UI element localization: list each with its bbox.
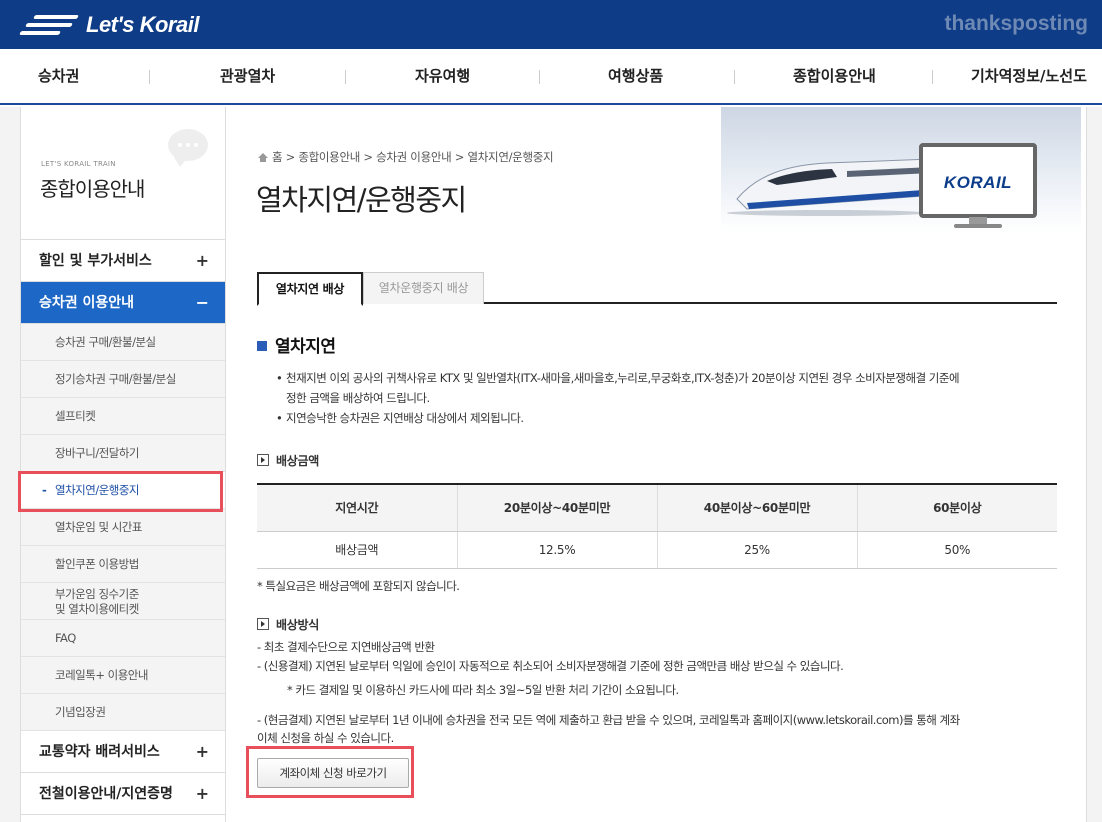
side-nav-sub-souvenir[interactable]: 기념입장권 (21, 694, 225, 731)
description-text: 천재지변 이외 공사의 귀책사유로 KTX 및 일반열차(ITX-새마을,새마을… (286, 371, 960, 385)
side-nav-discount-services[interactable]: 할인 및 부가서비스 + (21, 240, 225, 282)
side-nav-item-label: 및 열차이용에티켓 (55, 602, 139, 616)
breadcrumb-separator: > (454, 150, 468, 164)
table-header-row: 지연시간 20분이상~40분미만 40분이상~60분미만 60분이상 (257, 483, 1057, 532)
compensation-amount-heading: 배상금액 (257, 452, 319, 469)
side-nav-accessibility[interactable]: 교통약자 배려서비스 + (21, 731, 225, 773)
hero-banner: KORAIL (721, 107, 1081, 232)
top-bar: Let's Korail thanksposting (0, 0, 1102, 49)
nav-travel-products[interactable]: 여행상품 (608, 49, 663, 103)
main-nav: 승차권 관광열차 자유여행 여행상품 종합이용안내 기차역정보/노선도 (0, 49, 1102, 105)
breadcrumb-item[interactable]: 종합이용안내 (298, 150, 360, 164)
side-nav-sub-coupon[interactable]: 할인쿠폰 이용방법 (21, 546, 225, 583)
method-line: - (신용결제) 지연된 날로부터 익일에 승인이 자동적으로 취소되어 소비자… (257, 659, 844, 673)
nav-free-travel[interactable]: 자유여행 (415, 49, 470, 103)
nav-separator (539, 70, 540, 84)
breadcrumb-current: 열차지연/운행중지 (467, 150, 554, 164)
heading-text: 배상방식 (276, 618, 319, 632)
table-header: 20분이상~40분미만 (457, 483, 658, 532)
side-nav-header: LET'S KORAIL TRAIN 종합이용안내 (21, 107, 225, 240)
table-cell: 12.5% (457, 531, 658, 569)
side-nav-sub-fares[interactable]: 열차운임 및 시간표 (21, 509, 225, 546)
ktx-train-icon (727, 158, 938, 216)
tab-delay-compensation[interactable]: 열차지연 배상 (257, 272, 363, 306)
monitor-icon: KORAIL (919, 143, 1037, 218)
korail-logo[interactable]: Let's Korail (19, 10, 199, 40)
play-icon (257, 454, 269, 466)
side-nav-ticket-guide[interactable]: 승차권 이용안내 − (21, 282, 225, 324)
side-nav-sub-purchase[interactable]: 승차권 구매/환불/분실 (21, 324, 225, 361)
watermark: thanksposting (944, 12, 1088, 35)
home-icon[interactable] (258, 153, 268, 162)
play-icon (257, 618, 269, 630)
side-nav-item-label: 승차권 이용안내 (39, 295, 135, 311)
breadcrumb: 홈 > 종합이용안내 > 승차권 이용안내 > 열차지연/운행중지 (258, 149, 554, 165)
nav-separator (345, 70, 346, 84)
table-header: 60분이상 (857, 483, 1057, 532)
method-line: - 최초 결제수단으로 지연배상금액 반환 (257, 640, 435, 654)
description-item: 천재지변 이외 공사의 귀책사유로 KTX 및 일반열차(ITX-새마을,새마을… (276, 368, 1066, 408)
nav-separator (932, 70, 933, 84)
table-header: 지연시간 (257, 483, 458, 532)
page-title: 열차지연/운행중지 (256, 183, 467, 217)
breadcrumb-home[interactable]: 홈 (272, 150, 283, 164)
speech-bubble-icon (168, 129, 208, 167)
highlight-box-button (246, 746, 414, 798)
compensation-table: 지연시간 20분이상~40분미만 40분이상~60분미만 60분이상 배상금액 … (257, 483, 1057, 569)
side-nav: LET'S KORAIL TRAIN 종합이용안내 할인 및 부가서비스 + 승… (20, 107, 226, 822)
section-title: 열차지연 (257, 332, 336, 357)
method-note: * 카드 결제일 및 이용하신 카드사에 따라 최소 3일~5일 반환 처리 기… (287, 683, 679, 697)
nav-separator (149, 70, 150, 84)
breadcrumb-separator: > (285, 150, 299, 164)
table-cell: 50% (857, 531, 1057, 569)
side-nav-sub-korailtalk[interactable]: 코레일톡+ 이용안내 (21, 657, 225, 694)
table-header: 40분이상~60분미만 (657, 483, 858, 532)
plus-icon: + (195, 742, 209, 761)
plus-icon: + (195, 251, 209, 270)
nav-station-info[interactable]: 기차역정보/노선도 (971, 49, 1087, 103)
method-line: - (현금결제) 지연된 날로부터 1년 이내에 승차권을 전국 모든 역에 제… (257, 713, 960, 727)
compensation-method-heading: 배상방식 (257, 616, 319, 633)
method-line: 이체 신청을 하실 수 있습니다. (257, 731, 394, 745)
heading-text: 배상금액 (276, 454, 319, 468)
nav-tour-train[interactable]: 관광열차 (220, 49, 275, 103)
side-nav-small-title: LET'S KORAIL TRAIN (41, 160, 116, 168)
square-bullet-icon (257, 341, 267, 351)
side-nav-title: 종합이용안내 (40, 177, 145, 201)
side-nav-sub-self-ticket[interactable]: 셀프티켓 (21, 398, 225, 435)
first-class-note: * 특실요금은 배상금액에 포함되지 않습니다. (257, 579, 460, 593)
side-nav-item-label: 교통약자 배려서비스 (39, 744, 160, 760)
tab-suspension-compensation[interactable]: 열차운행중지 배상 (363, 272, 484, 304)
tab-bar: 열차지연 배상 열차운행중지 배상 (257, 272, 1057, 306)
table-cell: 25% (657, 531, 858, 569)
side-nav-sub-etiquette[interactable]: 부가운임 징수기준 및 열차이용에티켓 (21, 583, 225, 620)
table-row: 배상금액 12.5% 25% 50% (257, 531, 1057, 569)
nav-general-guide[interactable]: 종합이용안내 (793, 49, 876, 103)
hero-korail-logo: KORAIL (943, 173, 1013, 192)
side-nav-subway[interactable]: 전철이용안내/지연증명 + (21, 773, 225, 815)
nav-separator (734, 70, 735, 84)
logo-swoosh-icon (19, 13, 80, 37)
breadcrumb-separator: > (363, 150, 377, 164)
side-nav-sub-faq[interactable]: FAQ (21, 620, 225, 657)
table-cell: 배상금액 (257, 531, 458, 569)
monitor-base (954, 224, 1002, 228)
description-text: 정한 금액을 배상하여 드립니다. (286, 391, 430, 405)
nav-tickets[interactable]: 승차권 (38, 49, 79, 103)
logo-text: Let's Korail (86, 12, 199, 37)
highlight-box-nav (18, 471, 223, 512)
minus-icon: − (195, 293, 209, 312)
side-nav-sub-cart[interactable]: 장바구니/전달하기 (21, 435, 225, 472)
side-nav-sub-season-ticket[interactable]: 정기승차권 구매/환불/분실 (21, 361, 225, 398)
main-content: KORAIL 홈 > 종합이용안내 > 승차권 이용안내 > 열차지연/운행중지… (226, 107, 1087, 822)
side-nav-item-label: 할인 및 부가서비스 (39, 253, 152, 269)
breadcrumb-item[interactable]: 승차권 이용안내 (376, 150, 452, 164)
side-nav-item-label: 부가운임 징수기준 (55, 587, 139, 601)
side-nav-item-label: 전철이용안내/지연증명 (39, 786, 173, 802)
description-list: 천재지변 이외 공사의 귀책사유로 KTX 및 일반열차(ITX-새마을,새마을… (276, 368, 1066, 428)
section-title-text: 열차지연 (275, 337, 336, 357)
description-item: 지연승낙한 승차권은 지연배상 대상에서 제외됩니다. (276, 408, 1066, 428)
plus-icon: + (195, 784, 209, 803)
body-area: LET'S KORAIL TRAIN 종합이용안내 할인 및 부가서비스 + 승… (0, 107, 1102, 822)
